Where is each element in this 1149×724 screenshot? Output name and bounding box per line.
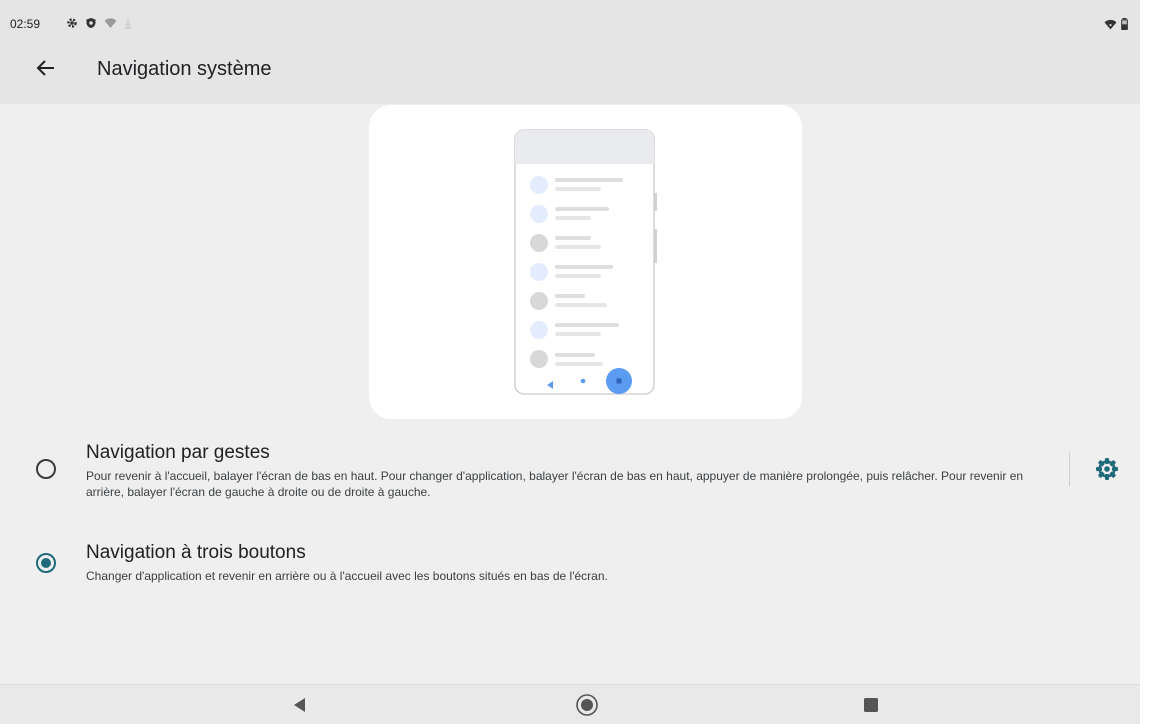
status-bar: 02:59 [0,0,1140,34]
option-title: Navigation à trois boutons [86,542,306,563]
illustration-card [369,105,802,419]
phone-illustration [514,129,657,395]
settings-icon [67,18,77,28]
back-button[interactable] [34,56,58,80]
radio-unselected[interactable] [35,458,57,480]
download-icon [125,18,131,29]
shield-icon [86,18,96,28]
battery-icon [1121,18,1128,30]
option-description: Changer d'application et revenir en arri… [86,569,608,583]
gesture-settings-button[interactable] [1094,456,1120,482]
system-navigation-bar [0,684,1140,724]
divider [1069,452,1070,486]
option-gesture-navigation[interactable]: Navigation par gestes Pour revenir à l'a… [0,440,1140,520]
option-three-button-navigation[interactable]: Navigation à trois boutons Changer d'app… [0,540,1140,600]
app-bar: Navigation système [0,34,1140,104]
wifi-icon [104,18,117,28]
status-right-icons [1104,18,1128,30]
nav-recents-icon[interactable] [861,695,881,715]
wifi-icon [1104,19,1117,29]
radio-selected[interactable] [35,552,57,574]
nav-back-icon[interactable] [290,695,310,715]
status-left-icons [66,17,132,29]
settings-screen: 02:59 Navigation système Navigation par … [0,0,1140,724]
page-title: Navigation système [97,58,272,80]
nav-home-icon[interactable] [575,693,599,717]
option-description: Pour revenir à l'accueil, balayer l'écra… [86,469,1024,499]
option-title: Navigation par gestes [86,442,270,463]
status-time: 02:59 [10,17,41,31]
arrow-back-icon [36,60,54,76]
gear-icon [1096,458,1118,480]
